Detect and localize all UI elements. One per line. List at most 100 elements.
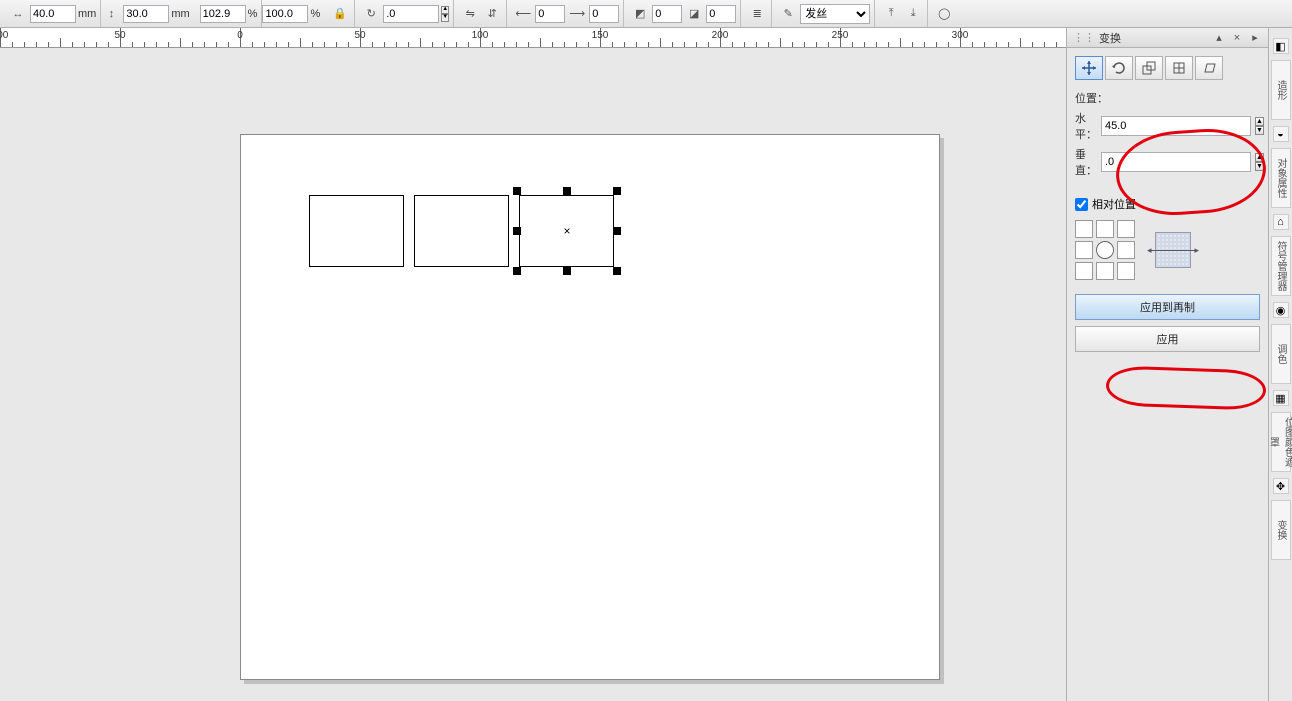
tab-icon-transform[interactable]: ✥ (1273, 478, 1289, 494)
ruler-minor-tick (1020, 38, 1021, 48)
panel-close-icon[interactable]: × (1230, 31, 1244, 45)
side-tab-object-properties[interactable]: 对象属性 (1271, 148, 1291, 208)
mode-size-button[interactable] (1165, 56, 1193, 80)
anchor-e[interactable] (1117, 241, 1135, 259)
panel-grip-icon[interactable]: ⋮⋮ (1073, 31, 1095, 44)
transform-mode-row (1075, 56, 1260, 80)
to-back-icon[interactable]: ⤓ (903, 4, 923, 24)
height-unit: mm (171, 8, 189, 20)
nudge-tl-icon[interactable]: ◩ (630, 4, 650, 24)
relative-position-label: 相对位置 (1092, 196, 1136, 212)
offset-y-icon: ⟶ (567, 4, 587, 24)
ruler-tick-label: 100 (472, 30, 489, 41)
mirror-h-icon[interactable]: ⇋ (460, 4, 480, 24)
rectangle-1[interactable] (309, 195, 404, 267)
selection-handle-se[interactable] (613, 267, 621, 275)
ruler-tick-label: 50 (354, 30, 365, 41)
panel-header[interactable]: ⋮⋮ 变换 ▴ × ▸ (1067, 28, 1268, 48)
mode-skew-button[interactable] (1195, 56, 1223, 80)
scale-x-input[interactable] (200, 5, 246, 23)
selection-handle-s[interactable] (563, 267, 571, 275)
anchor-nw[interactable] (1075, 220, 1093, 238)
anchor-grid[interactable] (1075, 220, 1135, 280)
convert-curves-icon[interactable]: ◯ (934, 4, 954, 24)
ruler-tick-label: 200 (712, 30, 729, 41)
selection-handle-e[interactable] (613, 227, 621, 235)
object-width-input[interactable] (30, 5, 76, 23)
ruler-tick-label: 0 (237, 30, 243, 41)
ruler-minor-tick (660, 38, 661, 48)
outline-width-select[interactable]: 发丝 (800, 4, 870, 24)
scale-y-input[interactable] (262, 5, 308, 23)
nudge-br-icon[interactable]: ◪ (684, 4, 704, 24)
dock-tab-strip: ◧ 造形 ◒ 对象属性 ⌂ 符号管理器 ◉ 调色 ▦ 位图颜色遮罩 ✥ 变换 (1268, 28, 1292, 701)
anchor-center[interactable] (1096, 241, 1114, 259)
anchor-n[interactable] (1096, 220, 1114, 238)
ruler-minor-tick (540, 38, 541, 48)
tab-icon-symbol[interactable]: ⌂ (1273, 214, 1289, 230)
mode-position-button[interactable] (1075, 56, 1103, 80)
anchor-ne[interactable] (1117, 220, 1135, 238)
side-tab-transform[interactable]: 变换 (1271, 500, 1291, 560)
ruler-minor-tick (780, 38, 781, 48)
outline-pen-icon[interactable]: ✎ (778, 4, 798, 24)
mirror-v-icon[interactable]: ⇵ (482, 4, 502, 24)
right-dock: ⋮⋮ 变换 ▴ × ▸ 位置： 水平： ▲▼ mm 垂直： (1066, 28, 1292, 701)
object-height-input[interactable] (123, 5, 169, 23)
tab-icon-bitmap-mask[interactable]: ▦ (1273, 390, 1289, 406)
nudge-x-input[interactable] (652, 5, 682, 23)
mode-scale-button[interactable] (1135, 56, 1163, 80)
side-tab-bitmap-color-mask[interactable]: 位图颜色遮罩 (1271, 412, 1291, 472)
rotation-input[interactable] (383, 5, 439, 23)
workspace[interactable]: × (0, 48, 1066, 701)
transform-panel: ⋮⋮ 变换 ▴ × ▸ 位置： 水平： ▲▼ mm 垂直： (1066, 28, 1268, 701)
selection-handle-nw[interactable] (513, 187, 521, 195)
offset-y-input[interactable] (589, 5, 619, 23)
percent-label-2: % (310, 8, 320, 20)
drawing-canvas[interactable]: × (240, 134, 940, 680)
tab-icon-shape[interactable]: ◧ (1273, 38, 1289, 54)
lock-ratio-icon[interactable]: 🔒 (330, 4, 350, 24)
width-unit: mm (78, 8, 96, 20)
side-tab-palette[interactable]: 调色 (1271, 324, 1291, 384)
nudge-y-input[interactable] (706, 5, 736, 23)
anchor-se[interactable] (1117, 262, 1135, 280)
selection-handle-w[interactable] (513, 227, 521, 235)
ruler-minor-tick (900, 38, 901, 48)
rectangle-2[interactable] (414, 195, 509, 267)
panel-menu-icon[interactable]: ▸ (1248, 31, 1262, 45)
selection-handle-ne[interactable] (613, 187, 621, 195)
anchor-w[interactable] (1075, 241, 1093, 259)
tab-icon-palette[interactable]: ◉ (1273, 302, 1289, 318)
to-front-icon[interactable]: ⤒ (881, 4, 901, 24)
rotation-spinner[interactable]: ▲▼ (441, 6, 449, 22)
horizontal-label: 水平： (1075, 110, 1097, 142)
vertical-label: 垂直： (1075, 146, 1097, 178)
offset-x-input[interactable] (535, 5, 565, 23)
side-tab-shape[interactable]: 造形 (1271, 60, 1291, 120)
panel-collapse-icon[interactable]: ▴ (1212, 31, 1226, 45)
ruler-minor-tick (300, 38, 301, 48)
horizontal-input[interactable] (1101, 116, 1251, 136)
ruler-tick-label: 250 (832, 30, 849, 41)
vertical-input[interactable] (1101, 152, 1251, 172)
text-wrap-icon[interactable]: ≣ (747, 4, 767, 24)
apply-to-duplicate-button[interactable]: 应用到再制 (1075, 294, 1260, 320)
ruler-tick-label: 300 (952, 30, 969, 41)
vertical-spinner[interactable]: ▲▼ (1255, 153, 1264, 171)
anchor-sw[interactable] (1075, 262, 1093, 280)
selection-handle-n[interactable] (563, 187, 571, 195)
relative-position-checkbox[interactable] (1075, 198, 1088, 211)
height-icon: ↕ (101, 4, 121, 24)
mode-rotate-button[interactable] (1105, 56, 1133, 80)
horizontal-spinner[interactable]: ▲▼ (1255, 117, 1264, 135)
tab-icon-props[interactable]: ◒ (1273, 126, 1289, 142)
selection-handle-sw[interactable] (513, 267, 521, 275)
rotate-icon: ↻ (361, 4, 381, 24)
anchor-s[interactable] (1096, 262, 1114, 280)
ruler-minor-tick (180, 38, 181, 48)
offset-x-icon: ⟵ (513, 4, 533, 24)
apply-button[interactable]: 应用 (1075, 326, 1260, 352)
percent-label-1: % (248, 8, 258, 20)
side-tab-symbol-manager[interactable]: 符号管理器 (1271, 236, 1291, 296)
